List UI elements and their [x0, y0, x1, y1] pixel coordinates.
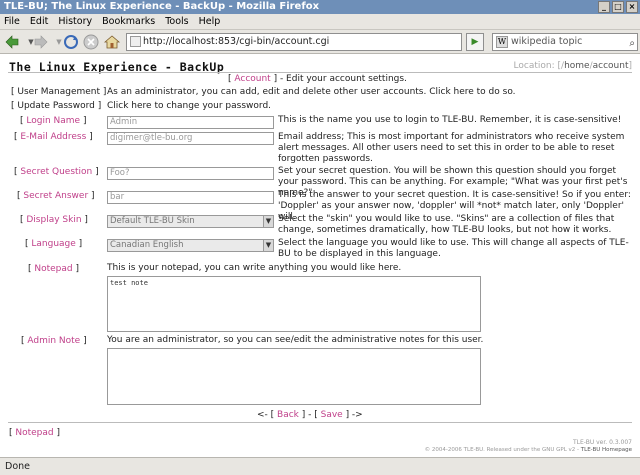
secret-answer-input[interactable]: bar — [107, 191, 274, 204]
menu-bar: File Edit History Bookmarks Tools Help — [0, 14, 640, 30]
secret-question-text: Secret Question — [20, 167, 93, 177]
secret-answer-label: [ Secret Answer ] — [17, 191, 95, 201]
forward-arrow-icon[interactable] — [32, 33, 50, 51]
email-text: E-Mail Address — [20, 132, 87, 142]
display-skin-desc: Select the "skin" you would like to use.… — [278, 214, 615, 235]
version-text: TLE-BU ver. 0.3.007 — [572, 439, 632, 446]
minimize-button[interactable]: _ — [598, 1, 610, 13]
chevron-down-icon[interactable]: ▼ — [263, 216, 273, 227]
display-skin-label: [ Display Skin ] — [20, 215, 88, 225]
page-favicon-icon — [130, 36, 141, 47]
location-account-link[interactable]: account — [593, 61, 629, 71]
notepad-text: Notepad — [34, 264, 73, 274]
window-titlebar: TLE-BU; The Linux Experience - BackUp - … — [0, 0, 640, 14]
header-divider — [8, 72, 632, 73]
login-name-label: [ Login Name ] — [20, 116, 87, 126]
account-link[interactable]: Account — [234, 74, 270, 84]
email-desc: Email address; This is most important fo… — [278, 132, 625, 164]
copyright-text: © 2004-2006 TLE-BU. Released under the G… — [425, 447, 632, 453]
secret-question-input[interactable]: Foo? — [107, 167, 274, 180]
back-arrow-icon[interactable] — [3, 33, 21, 51]
menu-tools[interactable]: Tools — [165, 16, 188, 27]
display-skin-select[interactable]: Default TLE-BU Skin ▼ — [107, 215, 274, 228]
location-suffix: ] — [628, 61, 632, 71]
email-field[interactable]: digimer@tle-bu.org — [107, 132, 274, 145]
maximize-button[interactable]: □ — [612, 1, 624, 13]
notepad-desc: This is your notepad, you can write anyt… — [107, 263, 402, 273]
back-button[interactable]: Back — [277, 410, 299, 420]
user-management-desc: As an administrator, you can add, edit a… — [107, 87, 516, 97]
login-name-input[interactable]: Admin — [107, 116, 274, 129]
footer-notepad-label: Notepad — [15, 428, 54, 438]
footer-divider — [8, 422, 632, 423]
search-text: wikipedia topic — [511, 36, 583, 47]
notepad-label: [ Notepad ] — [28, 264, 79, 274]
location-prefix: Location: [/ — [513, 61, 565, 71]
form-actions: <- [ Back ] - [ Save ] -> — [257, 410, 363, 420]
secret-answer-text: Secret Answer — [23, 191, 89, 201]
secret-question-label: [ Secret Question ] — [14, 167, 99, 177]
stop-icon[interactable] — [82, 33, 100, 51]
menu-help[interactable]: Help — [199, 16, 221, 27]
go-button[interactable]: ▶ — [466, 33, 484, 51]
footer-notepad-link[interactable]: [ Notepad ] — [9, 428, 60, 438]
login-name-text: Login Name — [26, 116, 81, 126]
status-text: Done — [5, 461, 30, 472]
reload-icon[interactable] — [62, 33, 80, 51]
language-desc: Select the language you would like to us… — [278, 238, 629, 259]
update-password-label: Update Password — [17, 101, 95, 111]
location-breadcrumb: Location: [/home/account] — [514, 61, 632, 71]
url-input[interactable]: http://localhost:853/cgi-bin/account.cgi — [126, 33, 462, 51]
url-text: http://localhost:853/cgi-bin/account.cgi — [143, 36, 330, 47]
email-label: [ E-Mail Address ] — [14, 132, 93, 142]
display-skin-value: Default TLE-BU Skin — [110, 216, 195, 226]
update-password-link[interactable]: [ Update Password ] — [11, 101, 101, 111]
window-controls: _ □ × — [598, 1, 638, 13]
language-text: Language — [31, 239, 76, 249]
admin-note-desc: You are an administrator, so you can see… — [107, 335, 484, 345]
homepage-link[interactable]: TLE-BU Homepage — [581, 447, 632, 453]
menu-file[interactable]: File — [4, 16, 20, 27]
language-select[interactable]: Canadian English ▼ — [107, 239, 274, 252]
display-skin-text: Display Skin — [26, 215, 82, 225]
menu-edit[interactable]: Edit — [30, 16, 48, 27]
menu-bookmarks[interactable]: Bookmarks — [102, 16, 155, 27]
status-bar: Done — [0, 457, 640, 475]
admin-note-text: Admin Note — [27, 336, 81, 346]
account-line: [ Account ] - Edit your account settings… — [228, 74, 407, 84]
location-home-link[interactable]: home — [564, 61, 590, 71]
user-management-link[interactable]: [ User Management ] — [11, 87, 106, 97]
login-name-desc: This is the name you use to login to TLE… — [278, 115, 622, 125]
window-title: TLE-BU; The Linux Experience - BackUp - … — [4, 1, 320, 12]
menu-history[interactable]: History — [58, 16, 92, 27]
language-label: [ Language ] — [25, 239, 83, 249]
navigation-toolbar: ▼ ▼ http://localhost:853/cgi-bin/account… — [0, 30, 640, 54]
page-content: The Linux Experience - BackUp Location: … — [0, 55, 640, 457]
language-value: Canadian English — [110, 240, 184, 250]
update-password-desc: Click here to change your password. — [107, 101, 272, 111]
notepad-textarea[interactable]: test note — [107, 276, 481, 332]
chevron-down-icon[interactable]: ▼ — [263, 240, 273, 251]
user-management-label: User Management — [17, 87, 101, 97]
search-input[interactable]: W wikipedia topic ⌕ — [492, 33, 638, 51]
save-button[interactable]: Save — [321, 410, 343, 420]
close-button[interactable]: × — [626, 1, 638, 13]
admin-note-label: [ Admin Note ] — [21, 336, 87, 346]
account-desc: - Edit your account settings. — [279, 74, 407, 84]
wikipedia-icon[interactable]: W — [496, 36, 508, 48]
home-icon[interactable] — [103, 33, 121, 51]
copyright-notice: © 2004-2006 TLE-BU. Released under the G… — [424, 447, 580, 453]
admin-note-textarea[interactable] — [107, 348, 481, 405]
search-magnifier-icon[interactable]: ⌕ — [629, 36, 635, 52]
